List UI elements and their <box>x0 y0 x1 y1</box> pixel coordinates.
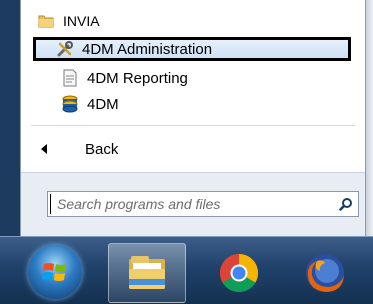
taskbar-firefox[interactable] <box>286 243 364 303</box>
menu-item-label: 4DM Administration <box>82 40 213 58</box>
folder-icon <box>37 12 55 30</box>
windows-logo-icon <box>42 263 66 281</box>
search-box[interactable] <box>47 191 359 217</box>
chrome-icon <box>219 253 259 293</box>
menu-item-4dm-reporting[interactable]: 4DM Reporting <box>61 67 188 89</box>
tools-icon <box>56 40 74 58</box>
firefox-icon <box>306 254 344 292</box>
menu-separator <box>31 125 355 126</box>
menu-item-4dm-administration[interactable]: 4DM Administration <box>33 37 351 61</box>
search-input[interactable] <box>50 194 334 214</box>
start-button[interactable] <box>28 245 82 299</box>
desktop-edge <box>366 0 373 236</box>
menu-item-invia[interactable]: INVIA <box>37 10 100 32</box>
menu-item-label: 4DM <box>87 95 119 113</box>
menu-item-4dm[interactable]: 4DM <box>61 93 119 115</box>
menu-item-label: INVIA <box>63 13 100 29</box>
menu-item-label: 4DM Reporting <box>87 69 188 87</box>
taskbar-file-explorer[interactable] <box>108 243 186 303</box>
back-label: Back <box>85 140 119 158</box>
back-arrow-icon <box>41 144 47 154</box>
search-area <box>21 172 365 237</box>
database-icon <box>61 95 79 113</box>
folder-library-icon <box>129 256 165 289</box>
start-menu: INVIA 4DM Administration 4DM Reporting 4… <box>20 0 366 237</box>
search-icon[interactable] <box>334 197 358 211</box>
document-icon <box>61 69 79 87</box>
taskbar <box>0 236 373 304</box>
taskbar-chrome[interactable] <box>200 243 278 303</box>
back-button[interactable]: Back <box>41 138 118 160</box>
